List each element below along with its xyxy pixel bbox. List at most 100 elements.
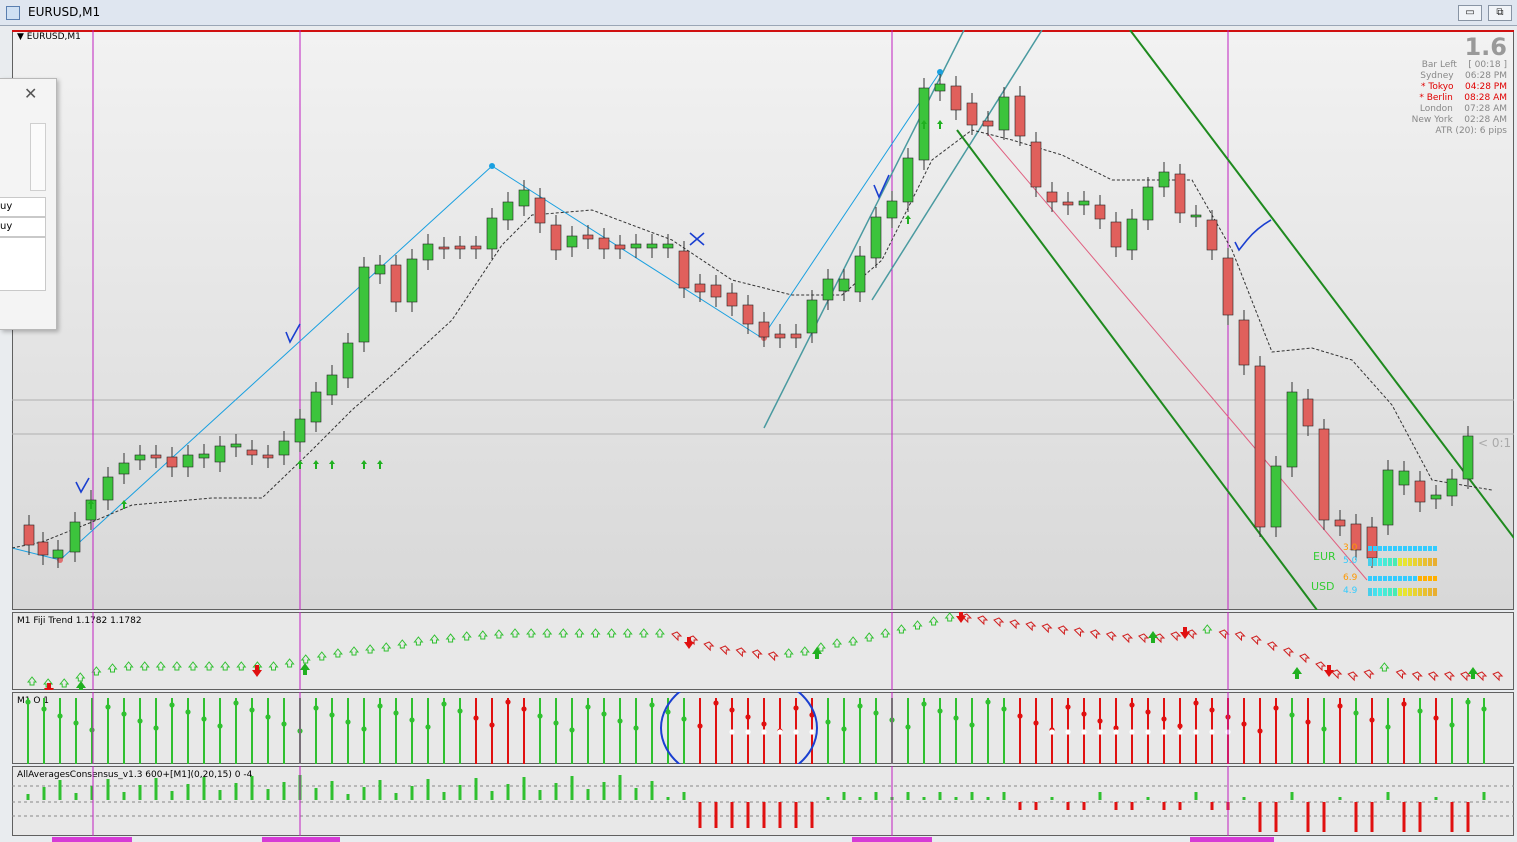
- avg-bar: [490, 791, 494, 800]
- trend-arrow-up: [928, 616, 939, 626]
- osc-dot: [601, 711, 607, 717]
- trend-arrow-up: [300, 654, 311, 664]
- partial-dialog: ✕ uy uy: [0, 78, 57, 330]
- osc-dot: [1081, 711, 1087, 717]
- close-icon[interactable]: ✕: [24, 84, 37, 103]
- cross-mark: [689, 232, 705, 246]
- osc-dot: [1145, 729, 1151, 735]
- avg-bar: [138, 785, 142, 800]
- bull-candle: [502, 201, 514, 221]
- time-marker: [52, 837, 132, 842]
- trend-arrow-down: [1041, 623, 1053, 634]
- osc-dot: [1097, 718, 1103, 724]
- avg-bar: [554, 783, 558, 800]
- avg-bar: [1002, 792, 1006, 800]
- osc-dot: [841, 726, 847, 732]
- price-tag: < 0:1: [1478, 436, 1512, 450]
- strength-bar: [1398, 558, 1402, 566]
- trend-arrow-up: [187, 661, 199, 671]
- trend-arrow-down: [1315, 661, 1327, 672]
- osc-dot: [697, 723, 703, 729]
- osc-dot: [313, 705, 319, 711]
- bull-candle: [1398, 470, 1410, 486]
- trend-arrow-down: [1347, 671, 1359, 682]
- bull-candle: [1158, 171, 1170, 188]
- avg-bar: [586, 789, 590, 800]
- bear-candle: [694, 283, 706, 293]
- osc-dot: [105, 704, 111, 710]
- trend-arrow-up: [912, 620, 923, 630]
- osc-dot: [1113, 729, 1119, 735]
- usd-strength-1: 6.9: [1343, 573, 1358, 583]
- avg-bar: [1018, 802, 1022, 810]
- osc-dot: [1193, 700, 1199, 706]
- strength-bar: [1373, 546, 1377, 551]
- bull-candle: [566, 235, 578, 248]
- trend-arrow-down: [1427, 671, 1439, 682]
- osc-dot: [281, 721, 287, 727]
- osc-dot: [825, 719, 831, 725]
- osc-dot: [1081, 729, 1087, 735]
- dialog-row[interactable]: uy: [0, 197, 46, 217]
- trend-arrow-down: [1218, 629, 1230, 640]
- avg-bar: [666, 797, 670, 800]
- trend-arrow-down: [1105, 631, 1117, 642]
- bear-candle: [470, 245, 482, 250]
- strength-bar: [1433, 546, 1437, 551]
- dialog-row[interactable]: uy: [0, 217, 46, 237]
- osc-dot: [505, 699, 511, 705]
- avg-bar: [154, 778, 158, 800]
- osc-dot: [857, 703, 863, 709]
- osc-dot: [489, 722, 495, 728]
- trend-arrow-big: [1324, 665, 1334, 677]
- osc-dot: [329, 712, 335, 718]
- trend-arrow-big: [1180, 627, 1190, 639]
- strength-bar: [1383, 588, 1387, 596]
- trend-arrow-up: [848, 636, 859, 646]
- osc-dot: [777, 729, 783, 735]
- osc-dot: [953, 715, 959, 721]
- trend-arrow-big: [812, 647, 822, 659]
- osc-dot: [1417, 708, 1423, 714]
- osc-dot: [745, 714, 751, 720]
- bear-candle: [1174, 173, 1186, 214]
- dialog-scrollbar[interactable]: [30, 123, 46, 191]
- trend-arrow-up: [622, 628, 633, 638]
- session-row: * Tokyo 04:28 PM: [1421, 82, 1507, 92]
- trend-arrow-up: [831, 638, 843, 648]
- restore-button[interactable]: ⧉: [1488, 5, 1512, 21]
- trend-arrow-up: [590, 628, 601, 638]
- minimize-button[interactable]: ▭: [1458, 5, 1482, 21]
- trend-arrow-down: [1073, 627, 1085, 638]
- trend-arrow-down: [1331, 669, 1343, 680]
- time-marker: [1190, 837, 1274, 842]
- avg-bar: [954, 797, 958, 800]
- bear-candle: [774, 333, 786, 339]
- trend-arrow-up: [783, 648, 794, 658]
- trend-arrow-down: [1138, 633, 1150, 644]
- osc-dot: [457, 708, 463, 714]
- avg-bar: [1434, 797, 1438, 800]
- trend-arrow-up: [477, 630, 488, 640]
- osc-dot: [633, 725, 639, 731]
- strength-bar: [1433, 576, 1437, 581]
- trend-arrow-up: [1202, 624, 1213, 634]
- avg-bar: [1386, 792, 1390, 800]
- strength-bar: [1423, 558, 1427, 566]
- time-axis: [12, 836, 1514, 842]
- avg-bar: [1114, 802, 1118, 810]
- osc-dot: [729, 729, 735, 735]
- trend-arrow-down: [1121, 633, 1134, 644]
- trend-arrow-down: [719, 645, 731, 656]
- avg-bar: [250, 776, 254, 800]
- osc-dot: [681, 716, 687, 722]
- bear-candle: [1302, 398, 1314, 427]
- osc-dot: [201, 716, 207, 722]
- strength-bar: [1378, 576, 1382, 581]
- dialog-list: [0, 237, 46, 291]
- osc-dot: [425, 724, 431, 730]
- bear-candle: [966, 102, 978, 126]
- osc-dot: [1401, 701, 1407, 707]
- avg-bar: [746, 802, 750, 828]
- strength-bar: [1388, 576, 1392, 581]
